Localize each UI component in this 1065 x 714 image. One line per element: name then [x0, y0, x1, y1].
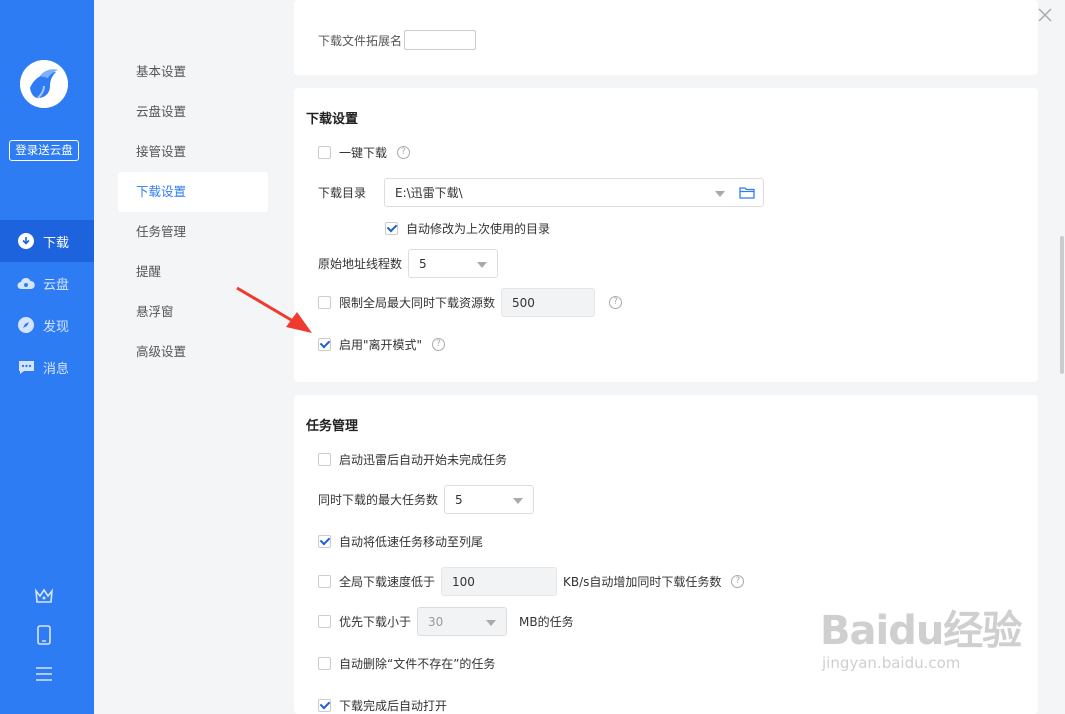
auto-open-label: 下载完成后自动打开	[339, 699, 448, 713]
auto-open-checkbox[interactable]	[318, 699, 331, 712]
previous-card-row: 下载文件拓展名	[318, 30, 477, 50]
close-icon[interactable]	[1035, 8, 1055, 26]
max-tasks-row: 同时下载的最大任务数 5	[318, 485, 535, 514]
auto-modify-dir-label: 自动修改为上次使用的目录	[406, 222, 551, 236]
small-first-row: 优先下载小于 30 MB的任务	[318, 607, 574, 636]
menu-icon[interactable]	[33, 663, 55, 685]
speed-threshold-row: 全局下载速度低于 100 KB/s自动增加同时下载任务数 ?	[318, 567, 745, 596]
previous-settings-card: 下载文件拓展名	[294, 0, 1038, 75]
auto-start-checkbox[interactable]	[318, 453, 331, 466]
main-sidebar: 登录送云盘 下载 云盘 发现 消息	[0, 0, 94, 714]
threads-label: 原始地址线程数	[318, 257, 403, 271]
max-tasks-label: 同时下载的最大任务数	[318, 493, 439, 507]
away-mode-row: 启用"离开模式" ?	[318, 336, 446, 353]
download-dir-select[interactable]: E:\迅雷下载\	[384, 178, 764, 207]
away-mode-checkbox[interactable]	[318, 338, 331, 351]
crown-icon[interactable]	[33, 585, 55, 607]
auto-delete-checkbox[interactable]	[318, 657, 331, 670]
limit-resources-input[interactable]: 500	[501, 288, 596, 317]
small-first-select[interactable]: 30	[417, 607, 508, 636]
nav-label: 云盘	[43, 277, 70, 293]
max-tasks-select[interactable]: 5	[444, 485, 535, 514]
limit-resources-value: 500	[512, 295, 535, 310]
auto-modify-dir-checkbox[interactable]	[385, 222, 398, 235]
settings-nav-reminder[interactable]: 提醒	[118, 252, 268, 292]
limit-resources-row: 限制全局最大同时下载资源数 500 ?	[318, 288, 623, 317]
auto-delete-row: 自动删除“文件不存在”的任务	[318, 655, 495, 672]
help-icon[interactable]: ?	[432, 338, 446, 351]
nav-label: 发现	[43, 319, 70, 335]
auto-start-label: 启动迅雷后自动开始未完成任务	[339, 453, 508, 467]
auto-modify-dir-row: 自动修改为上次使用的目录	[385, 220, 550, 237]
compass-icon	[17, 316, 35, 334]
settings-nav-cloud[interactable]: 云盘设置	[118, 92, 268, 132]
speed-threshold-input[interactable]: 100	[441, 567, 558, 596]
nav-discover[interactable]: 发现	[0, 304, 94, 346]
move-slow-checkbox[interactable]	[318, 535, 331, 548]
settings-nav-download[interactable]: 下载设置	[118, 172, 268, 212]
watermark-brand: Baidu经验	[820, 608, 1022, 654]
phone-icon[interactable]	[33, 624, 55, 646]
small-first-suffix: MB的任务	[519, 615, 574, 629]
help-icon[interactable]: ?	[397, 146, 411, 159]
help-icon[interactable]: ?	[609, 296, 623, 309]
threads-select[interactable]: 5	[408, 249, 499, 278]
settings-nav-advanced[interactable]: 高级设置	[118, 332, 268, 372]
download-dir-value: E:\迅雷下载\	[395, 186, 463, 200]
settings-nav-tasks[interactable]: 任务管理	[118, 212, 268, 252]
chevron-down-icon	[513, 498, 524, 504]
move-slow-row: 自动将低速任务移动至列尾	[318, 533, 483, 550]
nav-label: 下载	[43, 235, 70, 251]
one-click-download-checkbox[interactable]	[318, 146, 331, 159]
small-first-label: 优先下载小于	[339, 615, 412, 629]
nav-cloud[interactable]: 云盘	[0, 262, 94, 304]
speed-threshold-suffix: KB/s自动增加同时下载任务数	[563, 575, 722, 589]
previous-card-label: 下载文件拓展名	[318, 33, 403, 48]
message-icon	[17, 358, 35, 376]
folder-icon[interactable]	[739, 186, 755, 202]
nav-messages[interactable]: 消息	[0, 346, 94, 388]
nav-download[interactable]: 下载	[0, 220, 94, 262]
threads-row: 原始地址线程数 5	[318, 249, 499, 278]
one-click-download-label: 一键下载	[339, 146, 388, 160]
limit-resources-checkbox[interactable]	[318, 296, 331, 309]
chevron-down-icon	[486, 620, 497, 626]
app-logo[interactable]	[20, 60, 68, 108]
threads-value: 5	[419, 256, 427, 271]
nav-label: 消息	[43, 361, 70, 377]
auto-start-row: 启动迅雷后自动开始未完成任务	[318, 451, 507, 468]
small-first-checkbox[interactable]	[318, 615, 331, 628]
download-dir-row: 下载目录 E:\迅雷下载\	[318, 178, 764, 207]
download-icon	[17, 232, 35, 250]
watermark-url: jingyan.baidu.com	[822, 654, 961, 672]
download-settings-card: 下载设置 一键下载 ? 下载目录 E:\迅雷下载\ 自动修改为上次使用的目录 原…	[294, 88, 1038, 382]
cloud-icon	[17, 274, 35, 292]
settings-nav: 基本设置 云盘设置 接管设置 下载设置 任务管理 提醒 悬浮窗 高级设置	[94, 0, 294, 714]
auto-delete-label: 自动删除“文件不存在”的任务	[339, 657, 496, 671]
download-dir-label: 下载目录	[318, 186, 367, 200]
previous-card-button[interactable]	[404, 30, 477, 50]
max-tasks-value: 5	[455, 492, 463, 507]
speed-threshold-checkbox[interactable]	[318, 575, 331, 588]
small-first-value: 30	[428, 614, 444, 629]
help-icon[interactable]: ?	[731, 575, 745, 588]
download-section-title: 下载设置	[306, 112, 359, 127]
chevron-down-icon[interactable]	[715, 191, 725, 197]
scrollbar[interactable]	[1060, 236, 1064, 374]
login-button[interactable]: 登录送云盘	[9, 140, 79, 161]
chevron-down-icon	[477, 262, 488, 268]
move-slow-label: 自动将低速任务移动至列尾	[339, 535, 484, 549]
limit-resources-label: 限制全局最大同时下载资源数	[339, 296, 496, 310]
one-click-download-row: 一键下载 ?	[318, 144, 411, 161]
speed-threshold-value: 100	[452, 574, 475, 589]
settings-nav-floating[interactable]: 悬浮窗	[118, 292, 268, 332]
speed-threshold-label: 全局下载速度低于	[339, 575, 436, 589]
auto-open-row: 下载完成后自动打开	[318, 697, 447, 714]
away-mode-label: 启用"离开模式"	[339, 338, 423, 352]
tasks-section-title: 任务管理	[306, 419, 359, 434]
settings-nav-basic[interactable]: 基本设置	[118, 52, 268, 92]
settings-nav-takeover[interactable]: 接管设置	[118, 132, 268, 172]
watermark: Baidu经验 jingyan.baidu.com	[820, 598, 1022, 672]
